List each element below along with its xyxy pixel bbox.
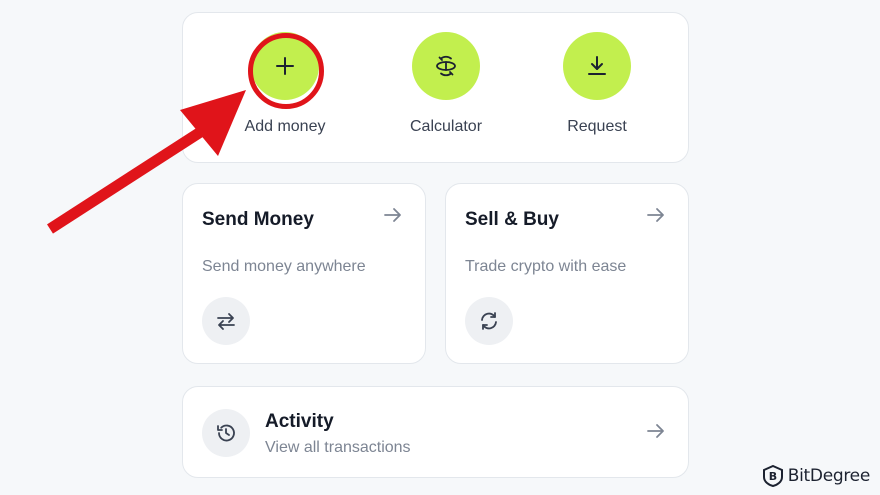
request-label: Request (567, 118, 627, 135)
calculator-circle[interactable] (412, 32, 480, 100)
send-money-title: Send Money (202, 209, 314, 230)
quick-actions-card: Add money Calculator Request (182, 12, 689, 163)
calculator-icon (436, 55, 456, 77)
sell-buy-card[interactable]: Sell & Buy Trade crypto with ease (445, 183, 689, 364)
download-icon (588, 56, 606, 75)
bitdegree-watermark: B BitDegree (762, 465, 871, 487)
refresh-icon (481, 312, 497, 330)
plus-icon (276, 57, 294, 75)
activity-title: Activity (265, 411, 334, 432)
activity-icon-box (202, 409, 250, 457)
swap-arrows-icon (217, 313, 235, 330)
calculator-label: Calculator (409, 118, 483, 135)
bitdegree-logo-icon: B (762, 465, 783, 487)
sell-buy-icon-box (465, 297, 513, 345)
add-money-button[interactable]: Add money (230, 32, 340, 136)
arrow-right-icon[interactable] (646, 206, 666, 224)
sell-buy-description: Trade crypto with ease (465, 258, 627, 275)
svg-text:B: B (769, 470, 777, 483)
arrow-right-icon[interactable] (383, 206, 403, 224)
activity-card[interactable]: Activity View all transactions (182, 386, 689, 478)
send-money-card[interactable]: Send Money Send money anywhere (182, 183, 426, 364)
watermark-text: BitDegree (787, 466, 871, 486)
add-money-label: Add money (244, 118, 326, 135)
request-circle[interactable] (563, 32, 631, 100)
activity-description: View all transactions (265, 439, 411, 456)
send-money-description: Send money anywhere (202, 258, 366, 275)
history-icon (217, 424, 235, 442)
arrow-right-icon[interactable] (646, 422, 666, 440)
send-money-icon-box (202, 297, 250, 345)
add-money-circle[interactable] (251, 32, 319, 100)
calculator-button[interactable]: Calculator (391, 32, 501, 136)
sell-buy-title: Sell & Buy (465, 209, 559, 230)
request-button[interactable]: Request (542, 32, 652, 136)
